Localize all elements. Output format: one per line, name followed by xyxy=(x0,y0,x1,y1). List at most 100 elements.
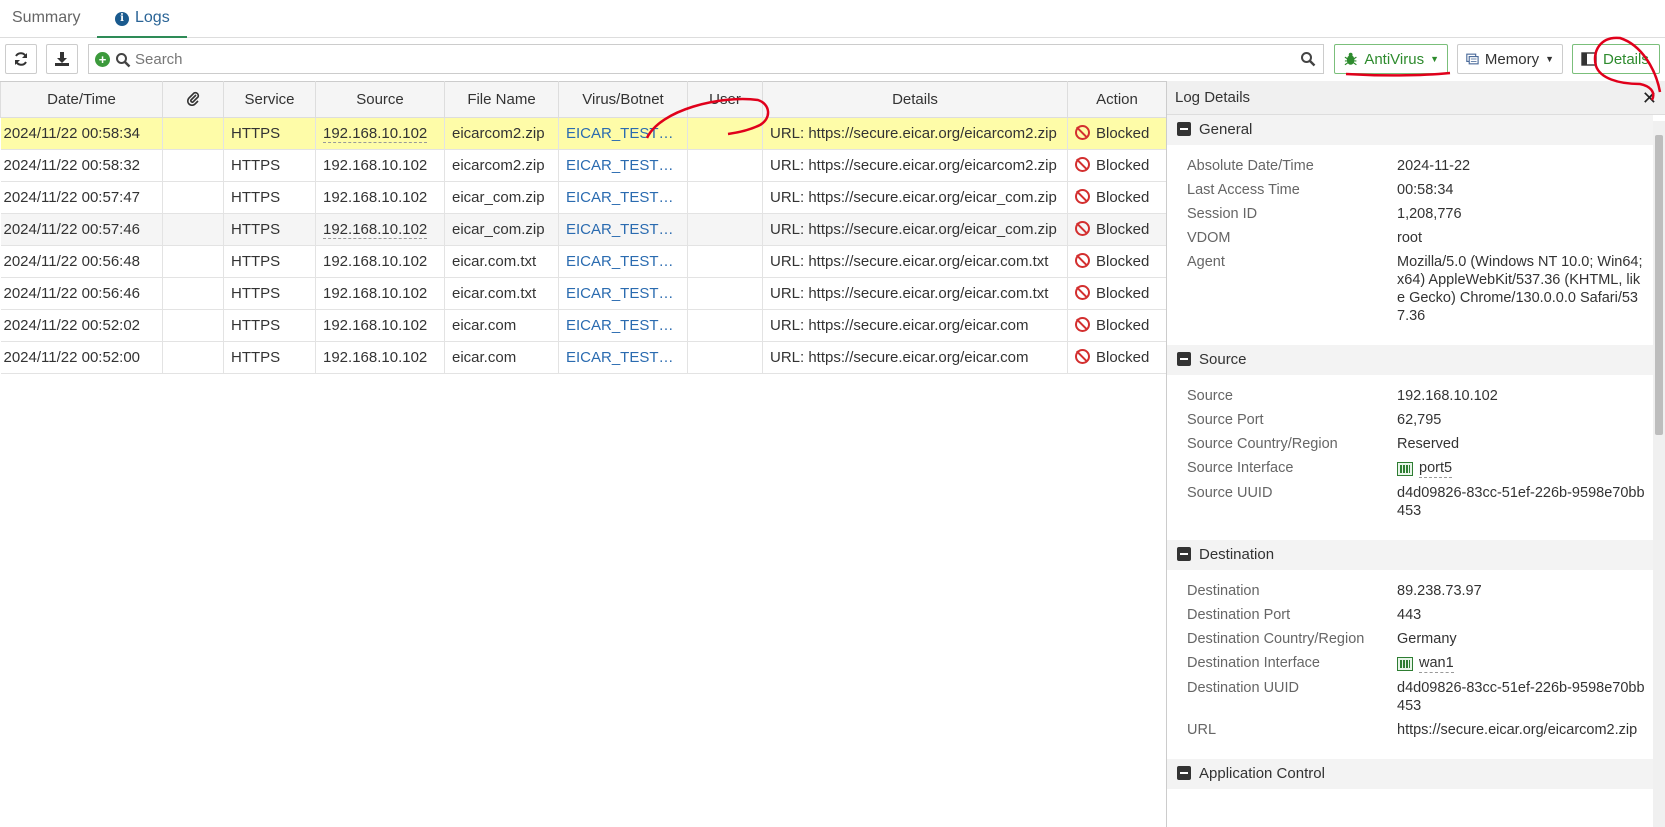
close-icon[interactable]: ✕ xyxy=(1642,81,1657,115)
source-link[interactable]: 192.168.10.102 xyxy=(323,125,428,143)
cell-user xyxy=(687,341,763,374)
collapse-icon[interactable] xyxy=(1177,122,1191,136)
cell-service: HTTPS xyxy=(223,181,316,214)
table-row[interactable]: 2024/11/22 00:58:34 HTTPS 192.168.10.102… xyxy=(0,117,1167,150)
cell-attachment xyxy=(162,245,224,278)
cell-virus[interactable]: EICAR_TEST_FI... xyxy=(558,181,688,214)
collapse-icon[interactable] xyxy=(1177,547,1191,561)
field-value: 1,208,776 xyxy=(1397,206,1462,222)
field-value: 00:58:34 xyxy=(1397,182,1454,198)
field-value[interactable]: port5 xyxy=(1397,459,1647,478)
cell-virus[interactable]: EICAR_TEST_FI... xyxy=(558,213,688,246)
table-row[interactable]: 2024/11/22 00:57:47 HTTPS 192.168.10.102… xyxy=(0,181,1167,214)
field-label: Destination UUID xyxy=(1187,680,1300,696)
column-header-service[interactable]: Service xyxy=(223,81,316,118)
field-value: https://secure.eicar.org/eicarcom2.zip xyxy=(1397,722,1638,738)
section-general-header[interactable]: General xyxy=(1167,115,1653,145)
download-icon xyxy=(55,52,69,66)
blocked-icon xyxy=(1075,125,1090,140)
cell-action: Blocked xyxy=(1067,213,1167,246)
search-input[interactable] xyxy=(135,49,1235,69)
details-panel-icon xyxy=(1581,52,1597,66)
cell-source[interactable]: 192.168.10.102 xyxy=(315,213,445,246)
table-row[interactable]: 2024/11/22 00:57:46 HTTPS 192.168.10.102… xyxy=(0,213,1167,246)
details-toggle-button[interactable]: Details xyxy=(1572,44,1660,74)
cell-datetime: 2024/11/22 00:57:46 xyxy=(0,213,163,246)
log-details-panel: Log Details ✕ General Absolute Date/Time… xyxy=(1166,81,1665,827)
add-filter-icon[interactable]: + xyxy=(95,52,110,67)
field-label: Agent xyxy=(1187,254,1225,270)
cell-user xyxy=(687,277,763,310)
cell-virus[interactable]: EICAR_TEST_FI... xyxy=(558,341,688,374)
field-value: d4d09826-83cc-51ef-226b-9598e70bb453 xyxy=(1397,680,1645,714)
source-link[interactable]: 192.168.10.102 xyxy=(323,221,428,239)
section-source-header[interactable]: Source xyxy=(1167,345,1653,375)
field-label: Last Access Time xyxy=(1187,182,1300,198)
cell-datetime: 2024/11/22 00:56:48 xyxy=(0,245,163,278)
cell-user xyxy=(687,181,763,214)
column-header-virus[interactable]: Virus/Botnet xyxy=(558,81,688,118)
field-source: Source 192.168.10.102 xyxy=(1187,387,1653,405)
memory-dropdown[interactable]: Memory ▼ xyxy=(1457,44,1563,74)
tab-summary[interactable]: Summary xyxy=(12,0,80,38)
cell-virus[interactable]: EICAR_TEST_FI... xyxy=(558,117,688,150)
search-button[interactable] xyxy=(1292,44,1324,74)
field-value: 443 xyxy=(1397,607,1422,623)
section-destination-header[interactable]: Destination xyxy=(1167,540,1653,570)
column-header-details[interactable]: Details xyxy=(762,81,1068,118)
section-application-control-header[interactable]: Application Control xyxy=(1167,759,1653,789)
tab-logs[interactable]: i Logs xyxy=(97,0,187,38)
refresh-button[interactable] xyxy=(5,44,37,74)
table-row[interactable]: 2024/11/22 00:56:48 HTTPS 192.168.10.102… xyxy=(0,245,1167,278)
column-header-user[interactable]: User xyxy=(687,81,763,118)
chevron-down-icon: ▼ xyxy=(1430,54,1439,64)
cell-action: Blocked xyxy=(1067,181,1167,214)
cell-virus[interactable]: EICAR_TEST_FI... xyxy=(558,309,688,342)
cell-user xyxy=(687,309,763,342)
cell-user xyxy=(687,213,763,246)
chevron-down-icon: ▼ xyxy=(1545,54,1554,64)
cell-source: 192.168.10.102 xyxy=(315,149,445,182)
cell-action: Blocked xyxy=(1067,149,1167,182)
field-url: URL https://secure.eicar.org/eicarcom2.zi… xyxy=(1187,721,1653,739)
field-agent: Agent Mozilla/5.0 (Windows NT 10.0; Win64… xyxy=(1187,253,1653,325)
cell-user xyxy=(687,117,763,150)
cell-details: URL: https://secure.eicar.org/eicar.com xyxy=(762,309,1068,342)
cell-virus[interactable]: EICAR_TEST_FI... xyxy=(558,245,688,278)
interface-link[interactable]: wan1 xyxy=(1419,654,1454,673)
column-header-action[interactable]: Action xyxy=(1067,81,1167,118)
antivirus-dropdown[interactable]: AntiVirus ▼ xyxy=(1334,44,1448,74)
download-button[interactable] xyxy=(46,44,78,74)
column-header-attachment[interactable] xyxy=(162,81,224,118)
table-row[interactable]: 2024/11/22 00:56:46 HTTPS 192.168.10.102… xyxy=(0,277,1167,310)
cell-action: Blocked xyxy=(1067,277,1167,310)
table-row[interactable]: 2024/11/22 00:58:32 HTTPS 192.168.10.102… xyxy=(0,149,1167,182)
cell-source[interactable]: 192.168.10.102 xyxy=(315,117,445,150)
search-box[interactable]: + xyxy=(88,44,1296,74)
toolbar: + AntiVirus ▼ Memory ▼ Details xyxy=(0,42,1665,76)
cell-virus[interactable]: EICAR_TEST_FI... xyxy=(558,277,688,310)
panel-scrollbar[interactable] xyxy=(1653,121,1665,827)
table-row[interactable]: 2024/11/22 00:52:00 HTTPS 192.168.10.102… xyxy=(0,341,1167,374)
cell-virus[interactable]: EICAR_TEST_FI... xyxy=(558,149,688,182)
tab-bar: Summary i Logs xyxy=(0,0,1665,38)
cell-details: URL: https://secure.eicar.org/eicar.com.… xyxy=(762,245,1068,278)
field-label: Session ID xyxy=(1187,206,1258,222)
field-value[interactable]: wan1 xyxy=(1397,654,1647,673)
column-header-source[interactable]: Source xyxy=(315,81,445,118)
table-row[interactable]: 2024/11/22 00:52:02 HTTPS 192.168.10.102… xyxy=(0,309,1167,342)
collapse-icon[interactable] xyxy=(1177,352,1191,366)
cell-details: URL: https://secure.eicar.org/eicar_com.… xyxy=(762,213,1068,246)
action-label: Blocked xyxy=(1096,317,1150,334)
column-header-datetime[interactable]: Date/Time xyxy=(0,81,163,118)
interface-link[interactable]: port5 xyxy=(1419,459,1453,478)
section-title: Destination xyxy=(1199,546,1275,563)
cell-source: 192.168.10.102 xyxy=(315,309,445,342)
collapse-icon[interactable] xyxy=(1177,766,1191,780)
refresh-icon xyxy=(15,52,27,66)
column-header-filename[interactable]: File Name xyxy=(444,81,559,118)
cell-datetime: 2024/11/22 00:57:47 xyxy=(0,181,163,214)
field-label: Source Country/Region xyxy=(1187,436,1338,452)
cell-service: HTTPS xyxy=(223,309,316,342)
scrollbar-thumb[interactable] xyxy=(1655,135,1663,435)
